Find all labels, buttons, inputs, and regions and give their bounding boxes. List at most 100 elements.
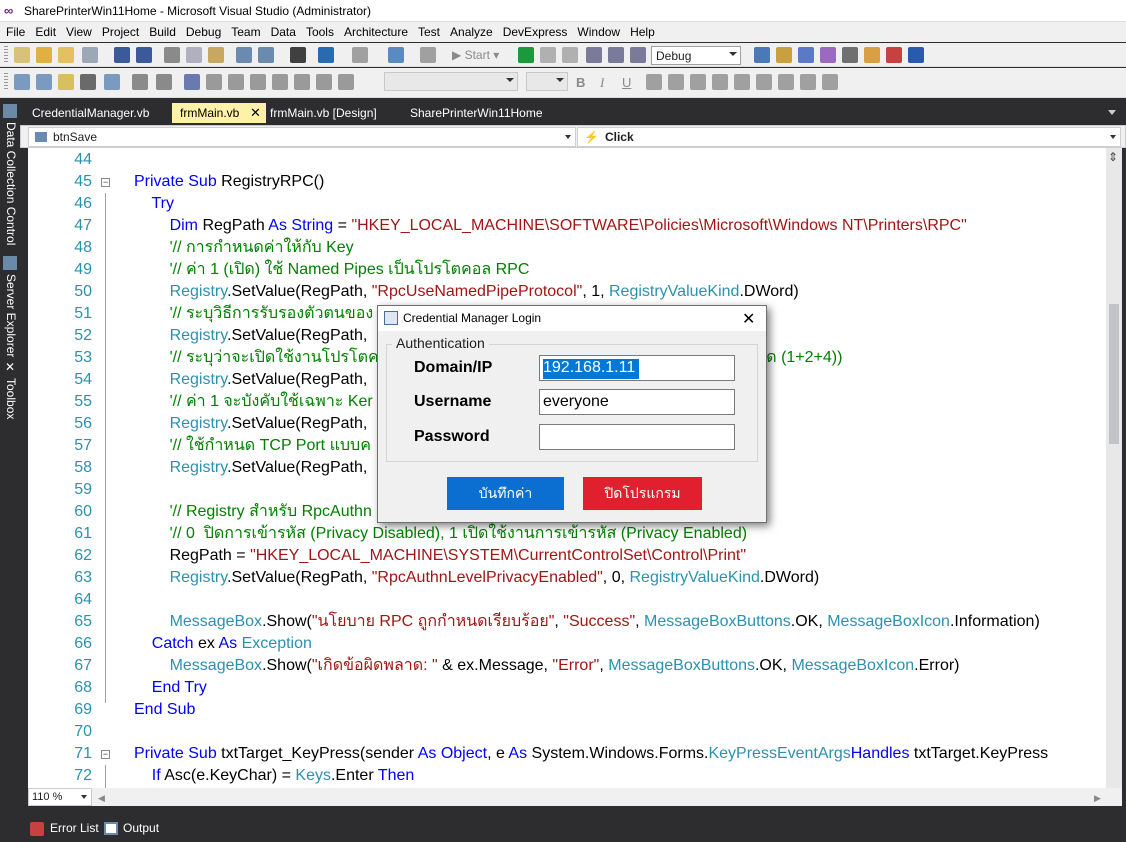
- start-page-icon[interactable]: [908, 47, 924, 63]
- font-size-dropdown[interactable]: [526, 72, 568, 91]
- tab-frmmain-design[interactable]: frmMain.vb [Design]: [262, 103, 385, 123]
- menu-help[interactable]: Help: [624, 22, 659, 39]
- copy-icon[interactable]: [186, 47, 202, 63]
- tab-credential-manager-vb[interactable]: CredentialManager.vb: [24, 103, 157, 123]
- bring-to-front-icon[interactable]: [294, 74, 310, 90]
- solution-config-dropdown[interactable]: Debug: [651, 46, 741, 65]
- menu-devexpress[interactable]: DevExpress: [497, 22, 572, 39]
- bold-icon[interactable]: B: [576, 75, 585, 90]
- italic-icon[interactable]: I: [600, 75, 604, 91]
- step-out-icon[interactable]: [630, 47, 646, 63]
- menu-build[interactable]: Build: [143, 22, 180, 39]
- save-icon[interactable]: [114, 47, 130, 63]
- close-icon[interactable]: ✕: [742, 309, 755, 329]
- collapse-region-icon[interactable]: −: [101, 750, 110, 759]
- tab-error-list[interactable]: Error List: [50, 821, 99, 835]
- menu-project[interactable]: Project: [96, 22, 143, 39]
- tab-shareprinter-project[interactable]: SharePrinterWin11Home: [402, 103, 551, 123]
- new-project-icon[interactable]: [14, 47, 30, 63]
- tab-order-icon[interactable]: [338, 74, 354, 90]
- stop-icon[interactable]: [562, 47, 578, 63]
- menu-team[interactable]: Team: [225, 22, 264, 39]
- find-in-files-icon[interactable]: [754, 47, 770, 63]
- menu-architecture[interactable]: Architecture: [338, 22, 412, 39]
- toolbar-grip[interactable]: [4, 73, 8, 91]
- align-tops-icon[interactable]: [104, 74, 120, 90]
- background-color-icon[interactable]: [668, 74, 684, 90]
- properties-icon[interactable]: [798, 47, 814, 63]
- open-file-icon[interactable]: [58, 47, 74, 63]
- close-program-button[interactable]: ปิดโปรแกรม: [583, 477, 702, 510]
- size-to-grid-icon[interactable]: [184, 74, 200, 90]
- undo-icon[interactable]: [318, 47, 334, 63]
- cut-icon[interactable]: [164, 47, 180, 63]
- bullets-icon[interactable]: [778, 74, 794, 90]
- tab-data-collection-control[interactable]: Data Collection Control: [2, 122, 18, 245]
- paste-icon[interactable]: [208, 47, 224, 63]
- justify-left-icon[interactable]: [690, 74, 706, 90]
- add-new-item-icon[interactable]: [82, 47, 98, 63]
- method-name-dropdown[interactable]: ⚡ Click: [577, 127, 1121, 147]
- align-lefts-icon[interactable]: [36, 74, 52, 90]
- tab-server-explorer[interactable]: Server Explorer: [2, 274, 18, 357]
- save-all-icon[interactable]: [136, 47, 152, 63]
- justify-right-icon[interactable]: [734, 74, 750, 90]
- toolbar-grip[interactable]: [4, 46, 8, 64]
- tools-icon[interactable]: [842, 47, 858, 63]
- start-button[interactable]: ▶ Start ▾: [452, 48, 499, 62]
- redo-icon[interactable]: [352, 47, 368, 63]
- add-item-icon[interactable]: [36, 47, 52, 63]
- menu-window[interactable]: Window: [571, 22, 624, 39]
- tab-toolbox[interactable]: Toolbox: [2, 378, 18, 419]
- menu-file[interactable]: File: [0, 22, 29, 39]
- align-to-grid-icon[interactable]: [14, 74, 30, 90]
- menu-debug[interactable]: Debug: [180, 22, 225, 39]
- navigate-backward-icon[interactable]: [388, 47, 404, 63]
- tab-output[interactable]: Output: [123, 821, 159, 835]
- toolbox-icon[interactable]: [864, 47, 880, 63]
- justify-full-icon[interactable]: [756, 74, 772, 90]
- object-browser-icon[interactable]: [820, 47, 836, 63]
- password-field[interactable]: [539, 424, 735, 450]
- menu-data[interactable]: Data: [265, 22, 300, 39]
- tab-list-dropdown-icon[interactable]: [1108, 110, 1116, 115]
- scrollbar-thumb[interactable]: [1109, 304, 1119, 444]
- scroll-right-icon[interactable]: ▶: [1094, 793, 1101, 804]
- make-same-height-icon[interactable]: [156, 74, 172, 90]
- split-editor-icon[interactable]: ⇕: [1108, 150, 1118, 164]
- step-over-icon[interactable]: [608, 47, 624, 63]
- align-rights-icon[interactable]: [80, 74, 96, 90]
- send-to-back-icon[interactable]: [316, 74, 332, 90]
- step-into-icon[interactable]: [586, 47, 602, 63]
- justify-center-icon[interactable]: [712, 74, 728, 90]
- uncomment-icon[interactable]: [258, 47, 274, 63]
- underline-icon[interactable]: U: [622, 75, 631, 90]
- align-centers-icon[interactable]: [58, 74, 74, 90]
- save-button[interactable]: บันทึกค่า: [447, 477, 564, 510]
- collapse-region-icon[interactable]: −: [101, 178, 110, 187]
- menu-view[interactable]: View: [60, 22, 96, 39]
- run-icon[interactable]: [518, 47, 534, 63]
- close-tab-icon[interactable]: ✕: [250, 105, 261, 121]
- menu-test[interactable]: Test: [412, 22, 444, 39]
- numbering-icon[interactable]: [800, 74, 816, 90]
- menu-tools[interactable]: Tools: [300, 22, 338, 39]
- team-explorer-icon[interactable]: [886, 47, 902, 63]
- outdent-icon[interactable]: [822, 74, 838, 90]
- menu-edit[interactable]: Edit: [29, 22, 60, 39]
- font-color-icon[interactable]: [646, 74, 662, 90]
- center-vertically-icon[interactable]: [272, 74, 288, 90]
- class-name-dropdown[interactable]: btnSave: [28, 127, 576, 147]
- solution-explorer-icon[interactable]: [776, 47, 792, 63]
- make-same-width-icon[interactable]: [132, 74, 148, 90]
- username-field[interactable]: [539, 389, 735, 415]
- zoom-dropdown[interactable]: 110 %: [28, 788, 92, 806]
- comment-icon[interactable]: [236, 47, 252, 63]
- vertical-spacing-icon[interactable]: [228, 74, 244, 90]
- navigate-forward-icon[interactable]: [420, 47, 436, 63]
- pause-icon[interactable]: [540, 47, 556, 63]
- indent-icon[interactable]: [290, 47, 306, 63]
- font-name-dropdown[interactable]: [384, 72, 518, 91]
- menu-analyze[interactable]: Analyze: [444, 22, 497, 39]
- scroll-left-icon[interactable]: ◀: [98, 793, 105, 804]
